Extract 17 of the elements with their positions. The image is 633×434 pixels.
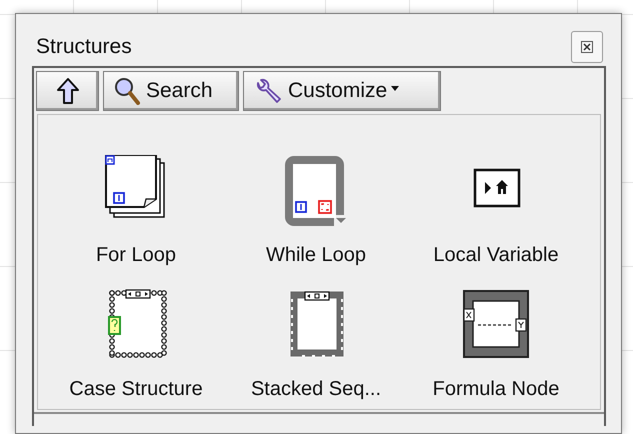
formula-node-icon[interactable] xyxy=(460,289,532,361)
palette-item-label[interactable]: Formula Node xyxy=(432,377,560,401)
palette-item-label[interactable]: While Loop xyxy=(266,243,366,267)
wrench-icon xyxy=(254,77,282,105)
palette-item-label[interactable]: Stacked Seq... xyxy=(250,377,382,401)
palette-item-label[interactable]: Local Variable xyxy=(433,243,559,267)
window-title: Structures xyxy=(36,34,132,60)
caret-icon xyxy=(391,86,400,90)
customize-button[interactable]: Customize xyxy=(243,71,441,111)
close-button[interactable] xyxy=(571,31,603,63)
search-icon xyxy=(114,77,140,105)
up-arrow-icon xyxy=(56,77,80,105)
up-button[interactable] xyxy=(36,71,99,111)
palette-item-label[interactable]: Case Structure xyxy=(69,377,203,401)
palette-item-label[interactable]: For Loop xyxy=(96,243,176,267)
close-icon xyxy=(581,41,593,53)
search-button[interactable]: Search xyxy=(103,71,239,111)
